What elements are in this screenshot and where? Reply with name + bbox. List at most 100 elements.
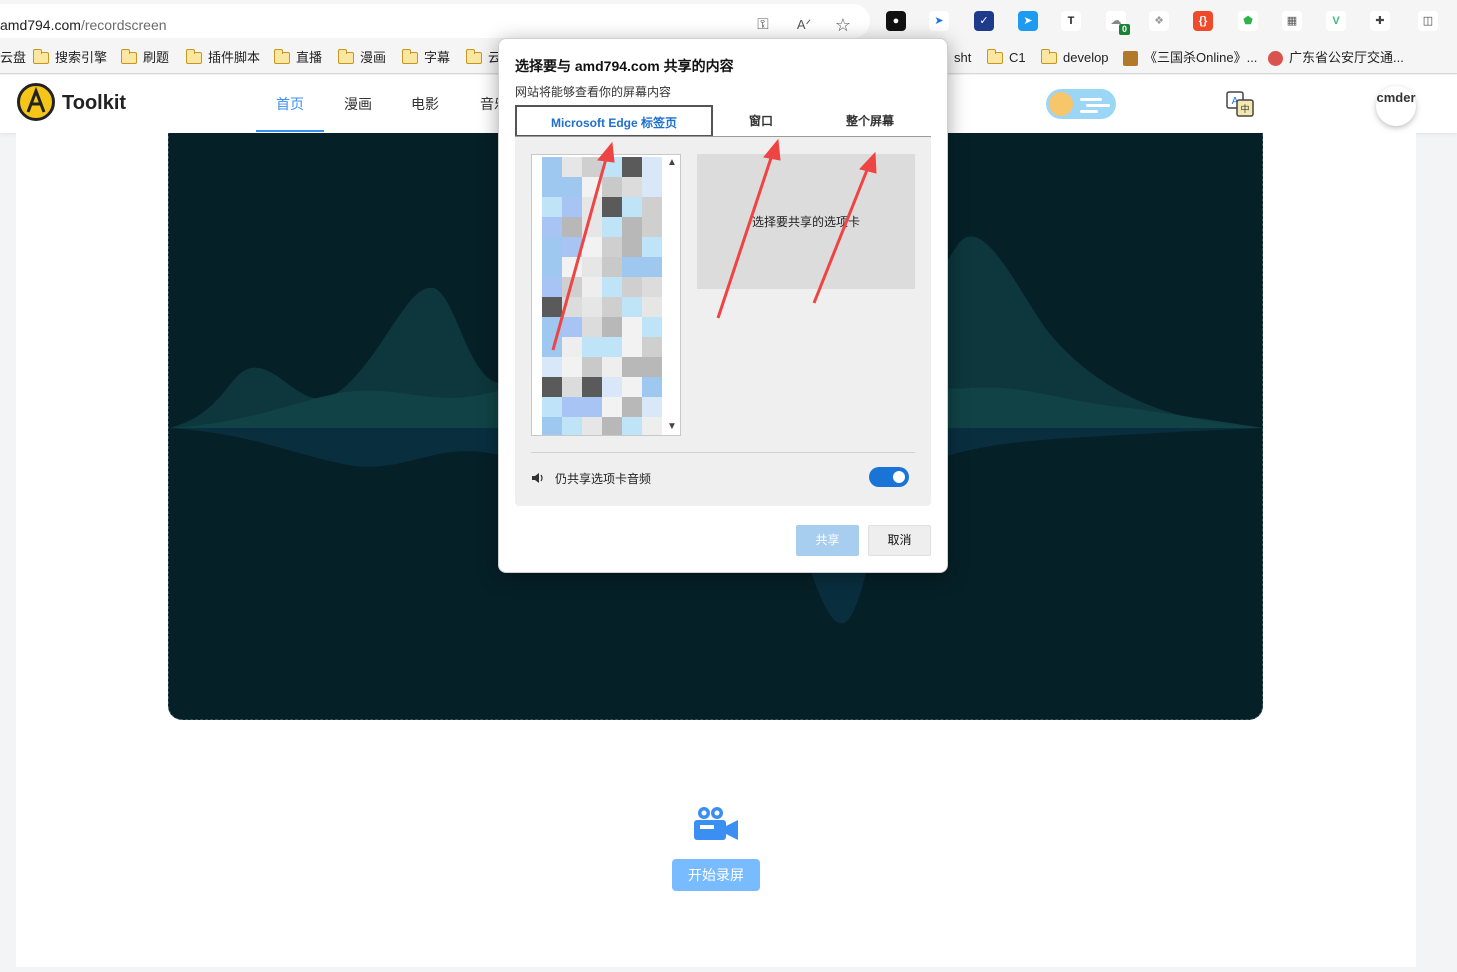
bookmark-folder[interactable]: develop bbox=[1040, 47, 1109, 69]
blurred-thumbnail-pixel bbox=[542, 357, 562, 377]
share-button[interactable]: 共享 bbox=[796, 525, 859, 556]
code-braces-icon[interactable]: {} bbox=[1193, 11, 1213, 31]
share-tab-panel: Microsoft Edge 标签页 窗口 整个屏幕 ▲ ▼ 选择要共享的选项卡… bbox=[515, 105, 931, 506]
read-aloud-icon[interactable]: Aᐟ bbox=[795, 16, 813, 34]
blurred-thumbnail-pixel bbox=[602, 397, 622, 417]
cloud-counter-icon[interactable]: ☁ 0 bbox=[1106, 11, 1130, 35]
url-text: amd794.com/recordscreen bbox=[0, 17, 167, 33]
bookmark-item[interactable]: sht bbox=[954, 47, 971, 69]
telegram-icon[interactable]: ➤ bbox=[1018, 11, 1038, 31]
folder-icon bbox=[185, 49, 202, 64]
share-preview: 选择要共享的选项卡 bbox=[697, 154, 915, 289]
blurred-thumbnail-pixel bbox=[642, 317, 662, 337]
folder-icon bbox=[273, 49, 290, 64]
start-recording-button[interactable]: 开始录屏 bbox=[672, 859, 760, 891]
scroll-up-icon[interactable]: ▲ bbox=[666, 157, 678, 169]
key-icon[interactable]: ⚿ bbox=[754, 16, 772, 34]
cancel-button[interactable]: 取消 bbox=[868, 525, 931, 556]
blurred-thumbnail-pixel bbox=[542, 177, 562, 197]
extension-badge: 0 bbox=[1119, 24, 1130, 35]
bookmark-folder[interactable]: 云 bbox=[465, 47, 501, 69]
tab-source-list[interactable]: ▲ ▼ bbox=[531, 154, 681, 436]
address-bar[interactable]: amd794.com/recordscreen ⚿ Aᐟ ☆ bbox=[0, 4, 870, 38]
blurred-thumbnail-pixel bbox=[542, 417, 562, 435]
blurred-thumbnail-pixel bbox=[602, 237, 622, 257]
blurred-thumbnail-pixel bbox=[642, 237, 662, 257]
blurred-thumbnail-pixel bbox=[642, 417, 662, 435]
bookmark-item[interactable]: 云盘 bbox=[0, 47, 26, 69]
bookmark-item[interactable]: 《三国杀Online》... bbox=[1123, 47, 1257, 69]
active-nav-indicator bbox=[256, 130, 324, 132]
blurred-thumbnail-pixel bbox=[582, 157, 602, 177]
blurred-thumbnail-pixel bbox=[602, 377, 622, 397]
favorite-star-icon[interactable]: ☆ bbox=[834, 16, 852, 34]
checkmark-badge-icon[interactable]: ✓ bbox=[974, 11, 994, 31]
bookmark-folder[interactable]: 漫画 bbox=[337, 47, 386, 69]
preview-placeholder: 选择要共享的选项卡 bbox=[751, 215, 860, 229]
blurred-thumbnail-pixel bbox=[602, 357, 622, 377]
blurred-thumbnail-pixel bbox=[602, 317, 622, 337]
theme-toggle[interactable] bbox=[1046, 89, 1116, 119]
blurred-thumbnail-pixel bbox=[642, 357, 662, 377]
nav-movies[interactable]: 电影 bbox=[411, 94, 439, 114]
tab-edge-tabs[interactable]: Microsoft Edge 标签页 bbox=[515, 105, 713, 137]
vue-icon[interactable]: V bbox=[1326, 11, 1346, 31]
bookmark-item[interactable]: 广东省公安厅交通... bbox=[1268, 47, 1404, 69]
sun-icon bbox=[1049, 92, 1073, 116]
blurred-thumbnail-pixel bbox=[562, 177, 582, 197]
scroll-down-icon[interactable]: ▼ bbox=[666, 421, 678, 433]
blurred-thumbnail-pixel bbox=[562, 217, 582, 237]
blurred-thumbnail-pixel bbox=[602, 257, 622, 277]
flame-icon[interactable]: ❖ bbox=[1149, 11, 1169, 31]
blurred-thumbnail-pixel bbox=[542, 337, 562, 357]
game-favicon-icon bbox=[1123, 50, 1138, 66]
bookmark-folder[interactable]: 字幕 bbox=[401, 47, 450, 69]
speaker-icon bbox=[532, 473, 543, 483]
blurred-thumbnail-pixel bbox=[622, 397, 642, 417]
blurred-thumbnail-pixel bbox=[542, 397, 562, 417]
shield-icon[interactable]: ⬟ bbox=[1238, 11, 1258, 31]
cloud-line bbox=[1080, 110, 1098, 113]
blurred-thumbnail-pixel bbox=[582, 277, 602, 297]
nav-comics[interactable]: 漫画 bbox=[344, 94, 372, 114]
split-screen-icon[interactable]: ◫ bbox=[1418, 11, 1438, 31]
extensions-puzzle-icon[interactable]: ✚ bbox=[1370, 11, 1390, 31]
bookmark-folder[interactable]: 搜索引擎 bbox=[32, 47, 107, 69]
blurred-thumbnail-pixel bbox=[602, 217, 622, 237]
share-audio-toggle[interactable] bbox=[869, 467, 909, 487]
blurred-thumbnail-pixel bbox=[642, 217, 662, 237]
text-icon[interactable]: T bbox=[1061, 11, 1081, 31]
logo-text[interactable]: Toolkit bbox=[62, 92, 126, 115]
logo-icon[interactable] bbox=[17, 83, 55, 121]
blurred-thumbnail-pixel bbox=[642, 337, 662, 357]
nav-home[interactable]: 首页 bbox=[276, 94, 304, 114]
copilot-icon[interactable]: ● bbox=[886, 11, 906, 31]
bookmark-folder[interactable]: 刷题 bbox=[120, 47, 169, 69]
cursor-arrow-icon[interactable]: ➤ bbox=[929, 11, 949, 31]
blurred-thumbnail-pixel bbox=[582, 337, 602, 357]
tab-entire-screen[interactable]: 整个屏幕 bbox=[809, 105, 931, 137]
browser-toolbar: amd794.com/recordscreen ⚿ Aᐟ ☆ ● ➤ ✓ ➤ T ☁ 0 ❖ {… bbox=[0, 0, 1457, 42]
blurred-thumbnail-pixel bbox=[582, 237, 602, 257]
blurred-thumbnail-pixel bbox=[622, 197, 642, 217]
blurred-thumbnail-pixel bbox=[622, 257, 642, 277]
blurred-thumbnail-pixel bbox=[542, 377, 562, 397]
blurred-thumbnail-pixel bbox=[582, 217, 602, 237]
bookmark-folder[interactable]: C1 bbox=[986, 47, 1026, 69]
blurred-thumbnail-pixel bbox=[622, 177, 642, 197]
blurred-thumbnail-pixel bbox=[582, 257, 602, 277]
blurred-thumbnail-pixel bbox=[622, 237, 642, 257]
translate-icon[interactable]: A中 bbox=[1226, 91, 1254, 117]
blurred-thumbnail-pixel bbox=[642, 397, 662, 417]
bookmark-folder[interactable]: 直播 bbox=[273, 47, 322, 69]
blurred-thumbnail-pixel bbox=[582, 397, 602, 417]
bookmark-folder[interactable]: 插件脚本 bbox=[185, 47, 260, 69]
blurred-thumbnail-pixel bbox=[602, 197, 622, 217]
avatar[interactable]: cmder bbox=[1376, 86, 1416, 126]
police-badge-icon bbox=[1268, 50, 1283, 66]
blurred-thumbnail-pixel bbox=[582, 197, 602, 217]
blurred-thumbnail-pixel bbox=[582, 377, 602, 397]
qr-code-icon[interactable]: ▦ bbox=[1282, 11, 1302, 31]
blurred-thumbnail-pixel bbox=[622, 337, 642, 357]
tab-window[interactable]: 窗口 bbox=[713, 105, 809, 137]
